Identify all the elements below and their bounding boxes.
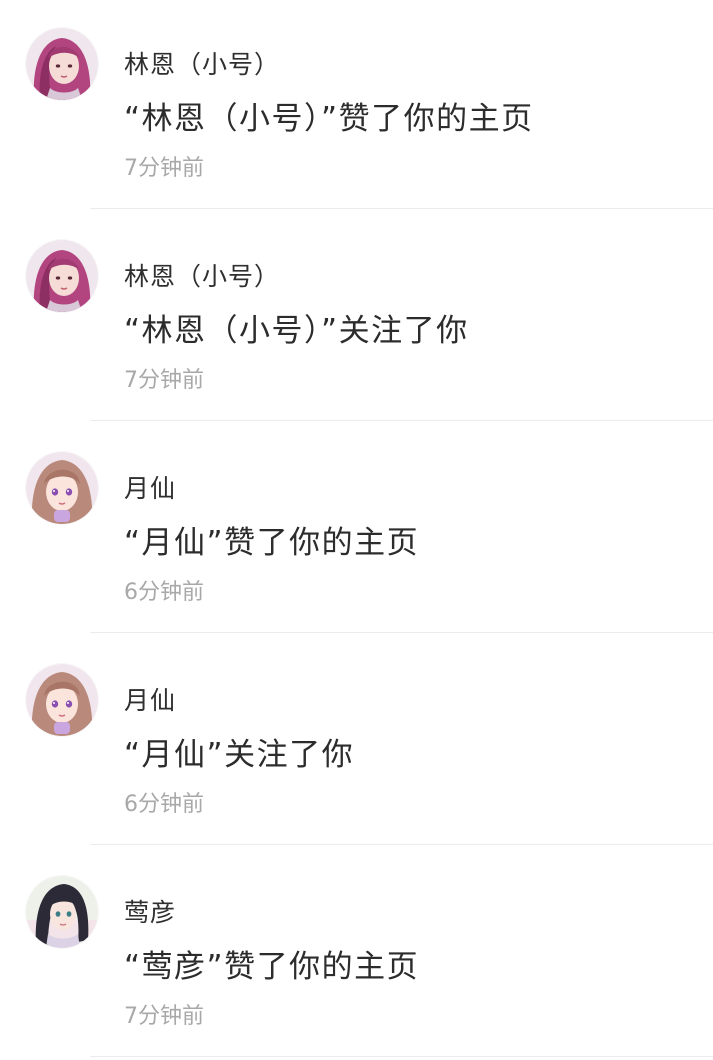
divider [90,632,713,633]
notification-item[interactable]: 林恩（小号） “林恩（小号）”关注了你 7分钟前 [0,212,713,424]
anime-girl-brown-hair-avatar-icon [26,664,98,736]
notification-message: “月仙”关注了你 [124,737,355,773]
notification-list: 林恩（小号） “林恩（小号）”赞了你的主页 7分钟前 林恩（小号） “林恩（小号… [0,0,713,1058]
sender-name[interactable]: 林恩（小号） [124,260,280,294]
notification-message: “林恩（小号）”关注了你 [124,313,469,349]
divider [90,844,713,845]
notification-time: 7分钟前 [124,156,204,181]
sender-name[interactable]: 月仙 [124,684,176,718]
pink-hair-girl-avatar-icon [26,240,98,312]
sender-name[interactable]: 莺彦 [124,896,176,930]
notification-item[interactable]: 月仙 “月仙”赞了你的主页 6分钟前 [0,424,713,636]
divider [90,1056,713,1057]
notification-time: 7分钟前 [124,1004,204,1029]
avatar[interactable] [26,664,98,736]
anime-girl-brown-hair-avatar-icon [26,452,98,524]
sender-name[interactable]: 月仙 [124,472,176,506]
notification-message: “林恩（小号）”赞了你的主页 [124,101,534,137]
divider [90,208,713,209]
notification-item[interactable]: 林恩（小号） “林恩（小号）”赞了你的主页 7分钟前 [0,0,713,212]
notification-time: 7分钟前 [124,368,204,393]
sender-name[interactable]: 林恩（小号） [124,48,280,82]
avatar[interactable] [26,452,98,524]
notification-item[interactable]: 月仙 “月仙”关注了你 6分钟前 [0,636,713,848]
divider [90,420,713,421]
avatar[interactable] [26,28,98,100]
notification-time: 6分钟前 [124,580,204,605]
notification-time: 6分钟前 [124,792,204,817]
notification-message: “莺彦”赞了你的主页 [124,949,420,985]
avatar[interactable] [26,240,98,312]
notification-item[interactable]: 莺彦 “莺彦”赞了你的主页 7分钟前 [0,848,713,1060]
pink-hair-girl-avatar-icon [26,28,98,100]
anime-girl-dark-hair-avatar-icon [26,876,98,948]
avatar[interactable] [26,876,98,948]
notification-message: “月仙”赞了你的主页 [124,525,420,561]
